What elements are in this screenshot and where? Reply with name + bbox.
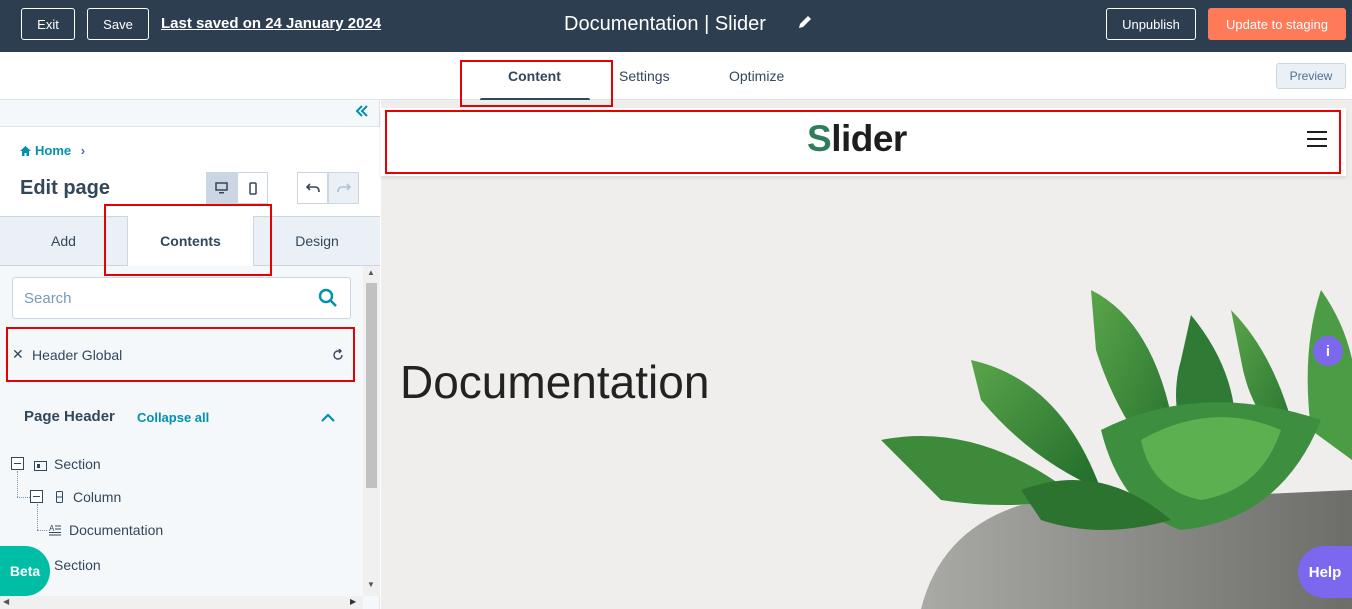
mobile-view-toggle[interactable] <box>237 172 268 204</box>
hamburger-menu-icon[interactable] <box>1307 131 1327 147</box>
collapse-column-toggle[interactable] <box>30 490 43 503</box>
header-global-label: Header Global <box>32 347 123 363</box>
sidebar-tab-contents[interactable]: Contents <box>127 216 254 266</box>
tree-connector <box>17 471 18 497</box>
sidebar-tab-add[interactable]: Add <box>0 216 127 265</box>
search-input[interactable] <box>13 278 293 318</box>
chevron-up-icon[interactable] <box>321 409 335 427</box>
breadcrumb[interactable]: Home › <box>20 143 85 158</box>
redo-button[interactable] <box>328 172 359 204</box>
pencil-icon[interactable] <box>797 14 813 35</box>
chevron-right-icon: › <box>80 143 86 158</box>
sync-icon[interactable] <box>332 348 344 366</box>
home-icon <box>20 146 31 156</box>
tree-connector <box>37 504 38 530</box>
scroll-up-arrow-icon[interactable]: ▲ <box>367 268 375 277</box>
column-icon <box>56 490 63 508</box>
info-button[interactable]: i <box>1313 336 1343 366</box>
last-saved-link[interactable]: Last saved on 24 January 2024 <box>161 15 381 32</box>
collapse-sidebar-icon[interactable] <box>355 104 369 123</box>
search-icon[interactable] <box>318 288 338 308</box>
tab-optimize[interactable]: Optimize <box>729 68 784 84</box>
sidebar-tab-design[interactable]: Design <box>254 216 380 265</box>
site-logo[interactable]: Slider <box>807 118 907 160</box>
tree-item-documentation[interactable]: Documentation <box>69 522 163 538</box>
tab-settings[interactable]: Settings <box>619 68 670 84</box>
page-header-label: Page Header <box>24 408 115 425</box>
site-logo-first-letter: S <box>807 118 832 159</box>
editor-tab-bar <box>0 52 1352 100</box>
save-button[interactable]: Save <box>87 8 149 40</box>
redo-icon <box>336 183 351 193</box>
exit-button[interactable]: Exit <box>21 8 75 40</box>
undo-button[interactable] <box>297 172 328 204</box>
update-to-staging-button[interactable]: Update to staging <box>1208 8 1346 40</box>
tree-item-column[interactable]: Column <box>73 489 121 505</box>
hero-title: Documentation <box>400 356 710 408</box>
mobile-icon <box>248 181 257 195</box>
tree-item-section[interactable]: Section <box>54 456 101 472</box>
breadcrumb-home[interactable]: Home <box>35 143 71 158</box>
tree-item-section-2[interactable]: Section <box>54 557 101 573</box>
search-box <box>12 277 351 319</box>
scroll-right-arrow-icon[interactable]: ▶ <box>350 597 356 606</box>
section-icon <box>34 458 47 476</box>
tree-connector <box>17 497 30 498</box>
page-title: Documentation | Slider <box>564 13 766 35</box>
preview-button[interactable]: Preview <box>1276 63 1346 89</box>
sidebar-scroll-thumb[interactable] <box>366 283 377 488</box>
collapse-all-link[interactable]: Collapse all <box>137 410 209 425</box>
horizontal-scrollbar[interactable] <box>0 596 363 609</box>
rich-text-icon: A <box>49 523 62 541</box>
scroll-left-arrow-icon[interactable]: ◀ <box>3 597 9 606</box>
unpublish-button[interactable]: Unpublish <box>1106 8 1196 40</box>
undo-icon <box>305 183 320 193</box>
edit-page-heading: Edit page <box>20 177 111 199</box>
beta-button[interactable]: Beta <box>0 546 50 596</box>
desktop-view-toggle[interactable] <box>206 172 237 204</box>
desktop-icon <box>215 182 228 194</box>
close-icon[interactable]: ✕ <box>12 346 24 363</box>
svg-text:A: A <box>49 524 55 533</box>
site-logo-text: lider <box>831 118 907 159</box>
help-button[interactable]: Help <box>1298 546 1352 598</box>
collapse-section-toggle[interactable] <box>11 457 24 470</box>
scroll-down-arrow-icon[interactable]: ▼ <box>367 580 375 589</box>
tab-content[interactable]: Content <box>508 68 561 84</box>
tree-connector <box>37 530 47 531</box>
